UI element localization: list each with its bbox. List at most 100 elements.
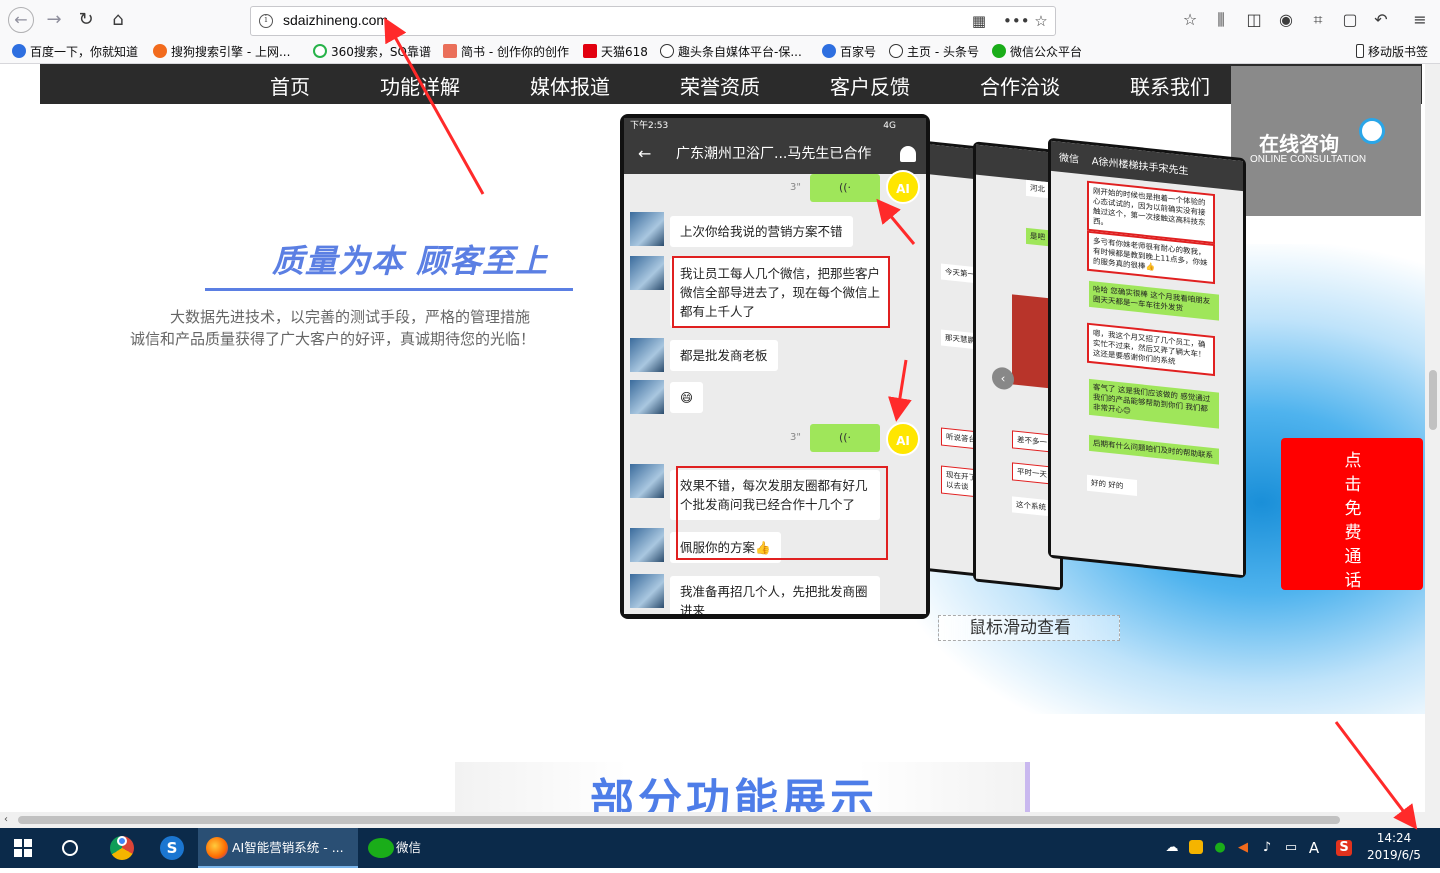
consult-subtitle: ONLINE CONSULTATION — [1250, 154, 1367, 165]
consult-title: 在线咨询 — [1259, 132, 1339, 156]
site-info-icon[interactable]: i — [259, 14, 273, 28]
task-label: 微信 — [396, 840, 422, 855]
bookmarks-bar: 百度一下，你就知道 搜狗搜索引擎 - 上网... 360搜索，SO靠谱 简书 -… — [0, 40, 1440, 64]
nav-home[interactable]: 首页 — [270, 71, 310, 100]
undo-icon[interactable]: ↶ — [1370, 9, 1392, 31]
bookmark-tmall[interactable]: 天猫618 — [583, 43, 648, 61]
page-actions-icon[interactable]: ••• — [1003, 11, 1030, 31]
network-icon[interactable]: ▭ — [1283, 840, 1299, 856]
slogan-underline — [205, 288, 573, 291]
chat-bubble-icon — [1359, 118, 1385, 144]
menu-icon[interactable]: ≡ — [1409, 9, 1431, 31]
wechat-tray-icon[interactable]: ● — [1212, 840, 1228, 856]
nav-media[interactable]: 媒体报道 — [530, 71, 610, 100]
sogou-ime-icon[interactable]: S — [1336, 840, 1352, 856]
volume-icon[interactable]: ♪ — [1259, 840, 1275, 856]
bookmark-360[interactable]: 360搜索，SO靠谱 — [313, 43, 431, 61]
chat-header: ← 广东潮州卫浴厂...马先生已合作 — [624, 134, 926, 174]
customer-avatar — [630, 256, 664, 290]
carousel-prev-button[interactable]: ‹ — [992, 366, 1014, 391]
nav-contact[interactable]: 联系我们 — [1130, 71, 1210, 100]
bookmark-baidu[interactable]: 百度一下，你就知道 — [12, 43, 138, 61]
windows-start-icon[interactable] — [14, 828, 34, 868]
reload-button[interactable]: ↻ — [74, 8, 98, 32]
bookmark-jianshu[interactable]: 简书 - 创作你的创作 — [443, 43, 569, 61]
bookmark-label: 简书 - 创作你的创作 — [461, 45, 569, 59]
task-firefox[interactable]: AI智能营销系统 - ... — [198, 828, 358, 868]
wechat-icon — [992, 44, 1006, 58]
bookmark-label: 微信公众平台 — [1010, 45, 1083, 59]
customer-avatar — [630, 464, 664, 498]
description-line-2: 诚信和产品质量获得了广大客户的好评，真诚期待您的光临！ — [130, 330, 536, 348]
free-call-button[interactable]: 点 击 免 费 通 话 — [1281, 438, 1423, 591]
bookmark-baijiahao[interactable]: 百家号 — [822, 43, 876, 61]
nav-features[interactable]: 功能详解 — [380, 71, 460, 100]
firefox-icon — [206, 837, 228, 859]
account-icon[interactable]: ◉ — [1275, 9, 1297, 31]
chat-message: 嗯，我这个月又招了几个员工，确实忙不过来，然后又弄了辆大车！这还是要感谢你们的系… — [1087, 322, 1215, 377]
baidu-paw-icon — [822, 44, 836, 58]
call-char: 点 — [1344, 451, 1362, 471]
onedrive-icon[interactable]: ☁ — [1164, 840, 1180, 856]
back-button[interactable]: ← — [8, 7, 34, 33]
scrollbar-thumb[interactable] — [1429, 370, 1437, 430]
bookmark-toutiao[interactable]: 主页 - 头条号 — [889, 43, 979, 61]
back-label: 微信 — [1059, 152, 1079, 166]
call-char: 击 — [1344, 475, 1362, 495]
horizontal-scrollbar[interactable]: ‹ › — [0, 812, 1440, 828]
bookmark-qutoutiao[interactable]: 趣头条自媒体平台-保... — [660, 43, 802, 61]
scroll-right-icon[interactable]: › — [1410, 814, 1414, 825]
call-char: 免 — [1344, 499, 1362, 519]
clock-time: 14:24 — [1376, 831, 1412, 845]
vertical-scrollbar[interactable] — [1425, 64, 1440, 812]
clock-date: 2019/6/5 — [1367, 848, 1421, 862]
library-icon[interactable]: ⫼ — [1210, 9, 1232, 31]
bookmark-label: 移动版书签 — [1368, 45, 1429, 59]
slogan: 质量为本 顾客至上 — [272, 242, 549, 280]
bookmark-weixin-mp[interactable]: 微信公众平台 — [992, 43, 1082, 61]
pocket-icon[interactable]: ☆ — [1179, 9, 1201, 31]
bookmark-label: 360搜索，SO靠谱 — [331, 45, 431, 59]
voice-duration: 3" — [790, 182, 801, 193]
speaker-muted-icon[interactable]: ◀ — [1235, 840, 1251, 856]
tray-app-icon[interactable] — [1189, 840, 1203, 854]
nav-honors[interactable]: 荣誉资质 — [680, 71, 760, 100]
mobile-bookmarks[interactable]: 移动版书签 — [1356, 43, 1428, 61]
description-line-1: 大数据先进技术，以完善的测试手段，严格的管理措施 — [170, 308, 531, 326]
bookmark-sogou[interactable]: 搜狗搜索引擎 - 上网... — [153, 43, 290, 61]
ai-avatar: AI — [886, 170, 920, 204]
call-char: 费 — [1344, 523, 1362, 543]
voice-message: ((· — [810, 174, 880, 202]
scroll-left-icon[interactable]: ‹ — [4, 814, 8, 825]
sogou-browser-icon[interactable]: S — [160, 828, 186, 868]
sidebar-icon[interactable]: ◫ — [1243, 9, 1265, 31]
qr-code-icon[interactable]: ▦ — [969, 11, 989, 31]
phone-screenshot-main: 下午2:53 4G ← 广东潮州卫浴厂...马先生已合作 3" ((· AI 上次… — [620, 114, 930, 619]
browser-toolbar: ← → ↻ ⌂ i sdaizhineng.com ▦ ••• ☆ ☆ ⫼ ◫ … — [0, 0, 1440, 40]
nav-cooperation[interactable]: 合作洽谈 — [980, 71, 1060, 100]
task-wechat[interactable]: 微信 — [362, 828, 492, 868]
nav-feedback[interactable]: 客户反馈 — [830, 71, 910, 100]
cortana-search-icon[interactable] — [62, 828, 82, 868]
chat-icon[interactable]: ▢ — [1339, 9, 1361, 31]
status-network: 4G — [883, 121, 896, 131]
online-consult-widget[interactable]: 在线咨询 ONLINE CONSULTATION — [1231, 66, 1421, 216]
customer-avatar — [630, 212, 664, 246]
voice-duration: 3" — [790, 432, 801, 443]
scrollbar-thumb[interactable] — [18, 816, 1340, 824]
home-button[interactable]: ⌂ — [106, 8, 130, 32]
phone-header: 微信 A徐州楼梯扶手宋先生 — [1051, 140, 1243, 192]
highlight-box — [672, 256, 890, 328]
bookmark-star-icon[interactable]: ☆ — [1031, 11, 1051, 31]
url-text[interactable]: sdaizhineng.com — [283, 12, 388, 28]
chrome-icon[interactable] — [110, 828, 136, 868]
bookmark-label: 搜狗搜索引擎 - 上网... — [171, 45, 291, 59]
system-clock[interactable]: 14:24 2019/6/5 — [1366, 830, 1422, 864]
voice-message: ((· — [810, 424, 880, 452]
ime-indicator[interactable]: A — [1306, 840, 1322, 856]
forward-button[interactable]: → — [42, 8, 66, 32]
url-bar[interactable]: i sdaizhineng.com ▦ ••• ☆ — [250, 6, 1056, 36]
screenshot-icon[interactable]: ⌗ — [1307, 9, 1329, 31]
phone-screenshot-1: 微信 A徐州楼梯扶手宋先生 刚开始的时候也是抱着一个体验的心态试试的，因为以前确… — [1048, 137, 1246, 579]
bookmark-label: 天猫618 — [601, 45, 648, 59]
